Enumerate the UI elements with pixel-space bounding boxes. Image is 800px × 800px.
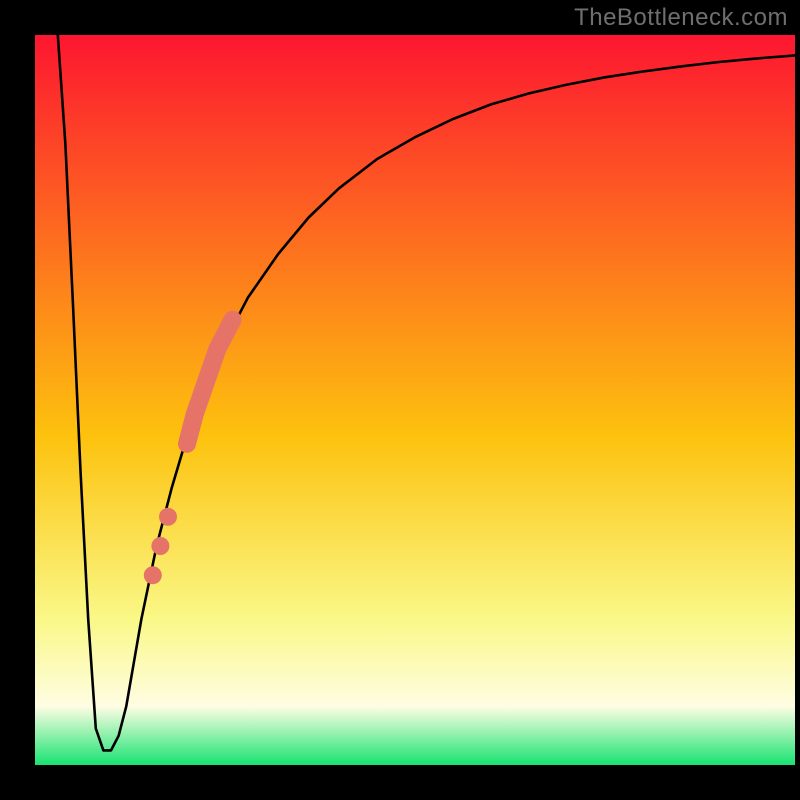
chart-stage: TheBottleneck.com [0,0,800,800]
gradient-background [35,35,795,765]
highlight-dot [159,508,177,526]
bottleneck-chart [0,0,800,800]
highlight-dot [144,566,162,584]
highlight-dot [151,537,169,555]
watermark-text: TheBottleneck.com [574,4,788,32]
